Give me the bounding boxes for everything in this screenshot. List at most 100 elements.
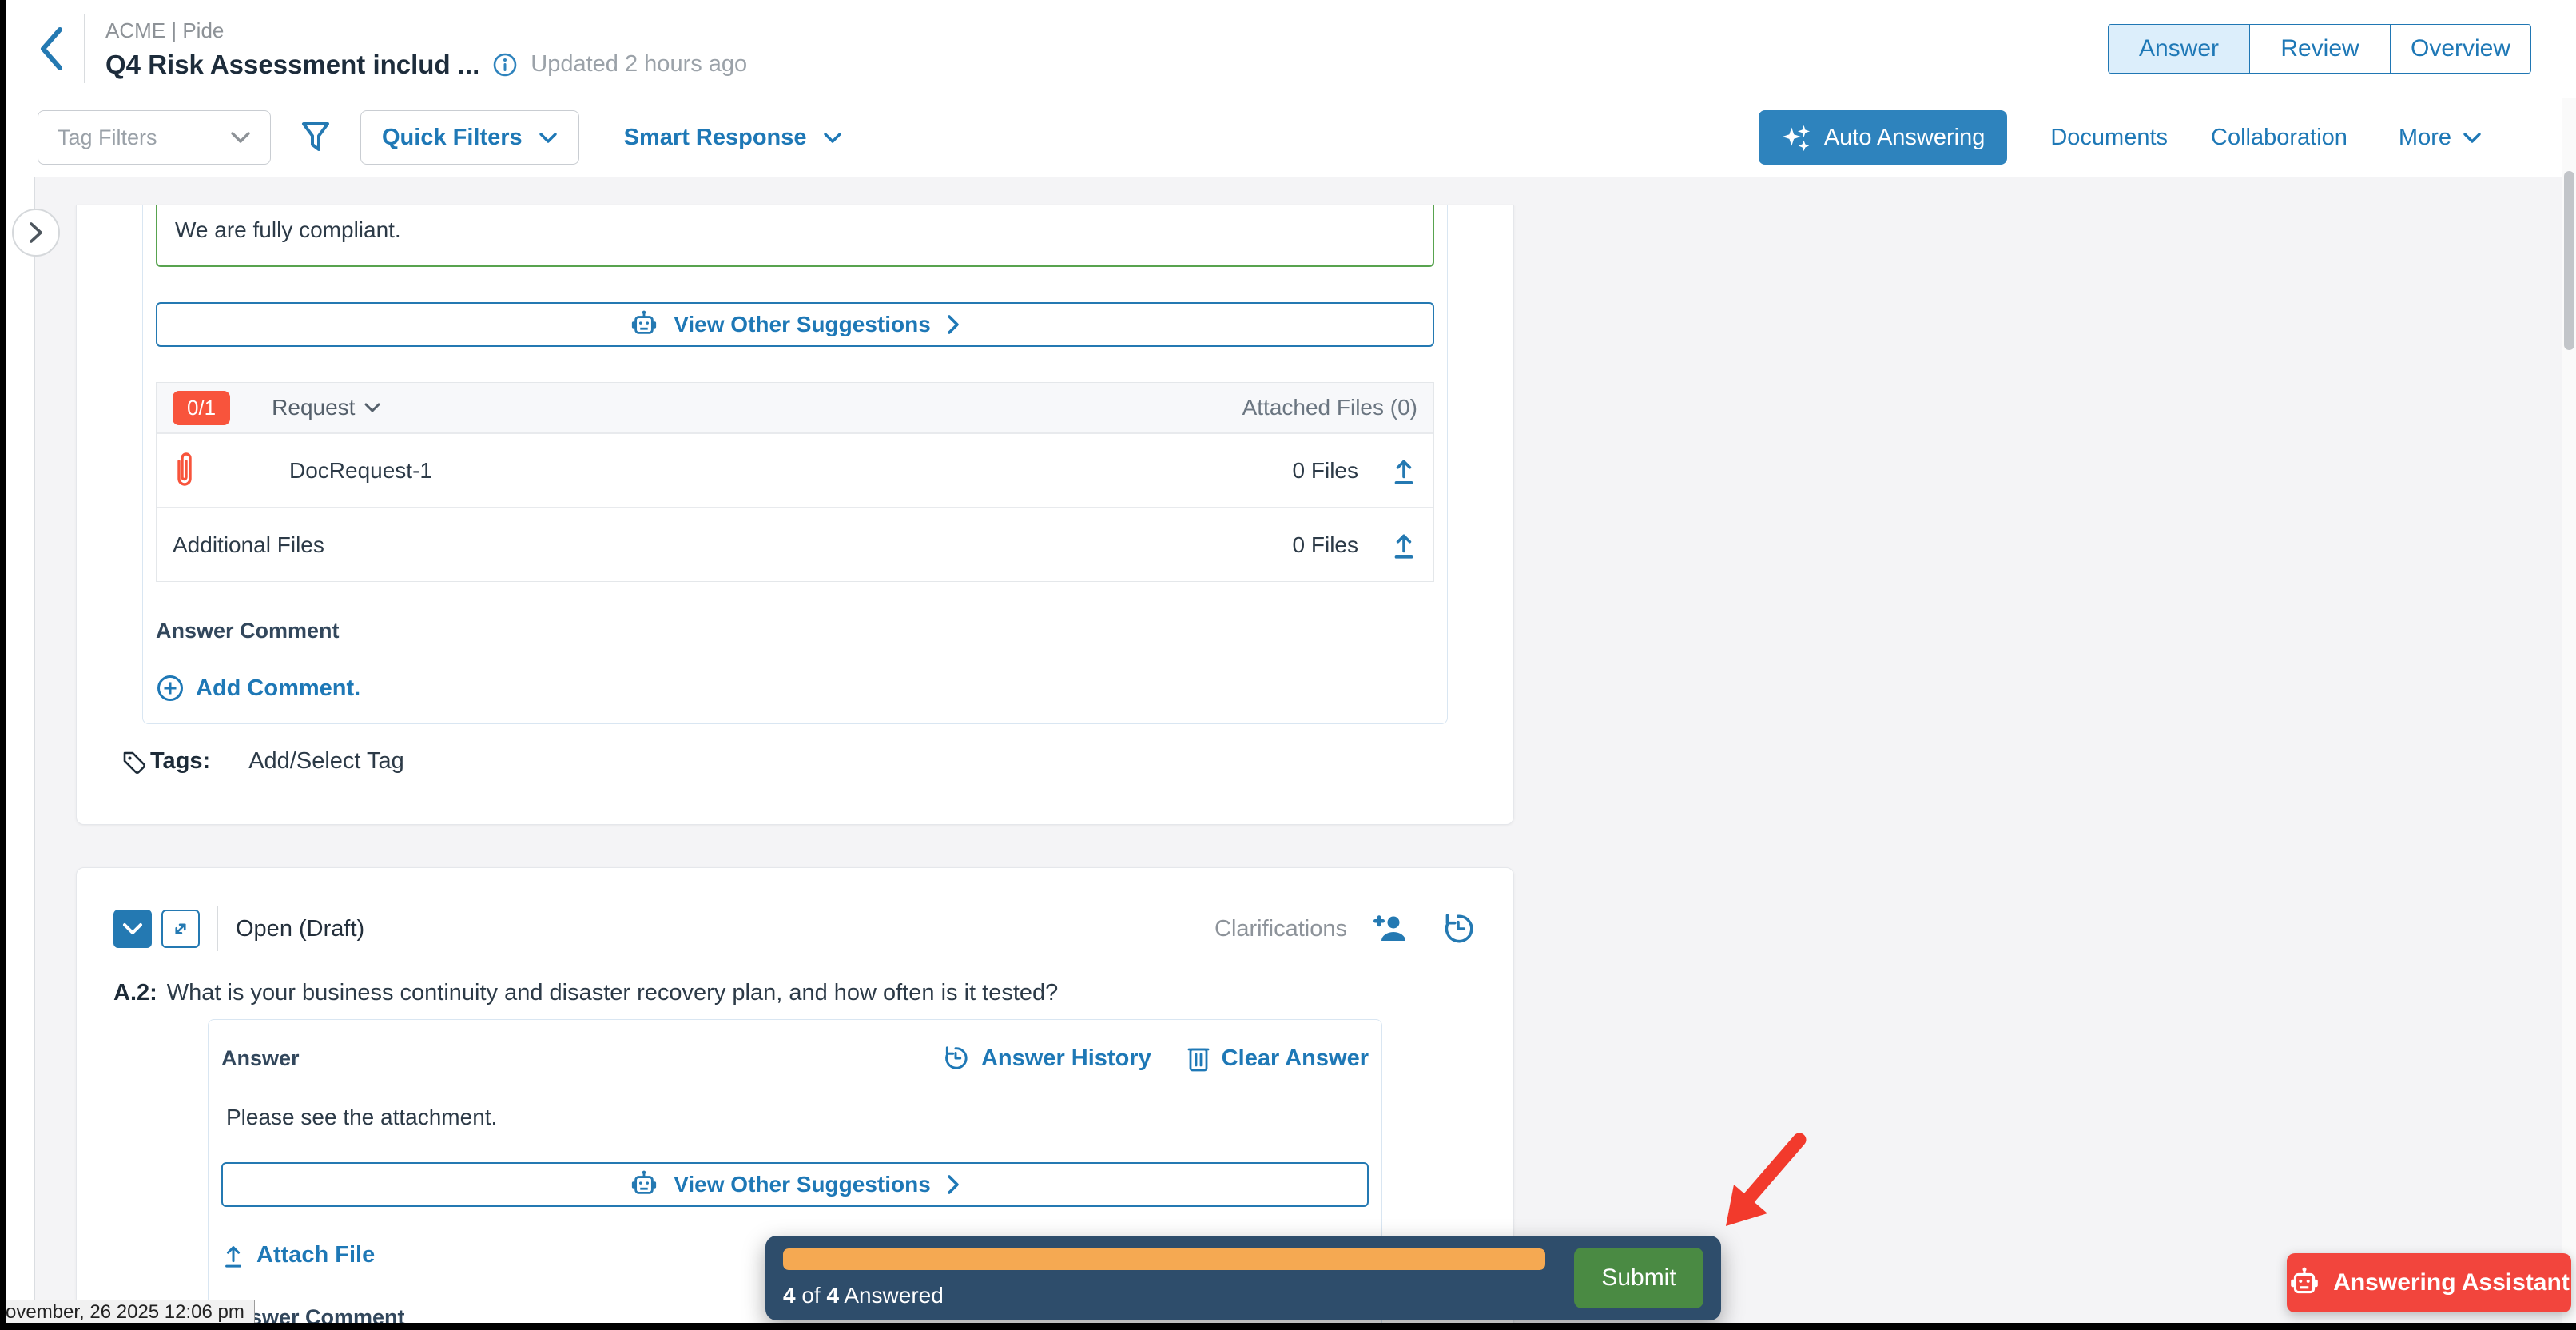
clear-answer-button[interactable]: Clear Answer [1187,1044,1369,1073]
upload-icon [221,1243,245,1268]
chevron-down-icon [823,132,842,144]
window-edge-bottom [0,1323,2576,1330]
chevron-down-icon [122,922,143,935]
submit-status-bar: 4 of 4 Answered Submit [765,1236,1721,1320]
answered-word: Answered [844,1283,944,1308]
chevron-right-icon [947,314,960,335]
request-name: DocRequest-1 [289,458,432,484]
add-person-button[interactable] [1371,912,1409,946]
filter-funnel-button[interactable] [300,120,332,155]
tags-label: Tags: [150,748,210,775]
add-comment-button[interactable]: Add Comment. [156,674,1434,703]
collaboration-link[interactable]: Collaboration [2211,125,2347,151]
upload-icon [1390,456,1417,485]
auto-answering-button[interactable]: Auto Answering [1759,110,2008,165]
robot-icon [630,309,658,340]
history-button[interactable] [1440,910,1477,947]
request-header-label: Request [272,395,355,420]
table-row-additional-files: Additional Files 0 Files [157,507,1433,581]
view-other-suggestions-label: View Other Suggestions [674,312,931,337]
status-divider [217,906,218,951]
tab-overview[interactable]: Overview [2390,25,2530,73]
timestamp-tooltip: ovember, 26 2025 12:06 pm [0,1300,255,1325]
header-titles: ACME | Pide Q4 Risk Assessment includ ..… [105,18,747,80]
view-tab-group: Answer Review Overview [2108,24,2531,74]
quick-filters-label: Quick Filters [382,125,523,151]
back-button[interactable] [33,21,70,77]
paperclip-icon [173,450,197,492]
progress-bar-fill [783,1248,1545,1270]
progress-bar-track [783,1248,1545,1270]
history-clock-icon [941,1044,970,1073]
person-add-icon [1371,912,1409,946]
view-other-suggestions-button-1[interactable]: View Other Suggestions [156,302,1434,347]
request-column-header[interactable]: Request [272,395,380,420]
attached-files-header: Attached Files (0) [1242,395,1417,420]
scrollbar-thumb[interactable] [2564,171,2574,350]
back-chevron-icon [38,26,65,72]
chevron-right-icon [28,221,44,245]
answer-text-2[interactable]: Please see the attachment. [221,1105,1369,1130]
request-table: 0/1 Request Attached Files (0) DocReques… [156,382,1434,582]
table-row-docrequest: DocRequest-1 0 Files [157,432,1433,507]
top-header: ACME | Pide Q4 Risk Assessment includ ..… [6,0,2576,98]
answered-count-text: 4 of 4 Answered [783,1283,1545,1308]
answering-assistant-button[interactable]: Answering Assistant [2287,1253,2571,1312]
chevron-down-icon [2463,132,2482,144]
expand-icon [169,918,192,940]
robot-icon [630,1169,658,1200]
upload-button[interactable] [1390,456,1417,485]
add-select-tag-button[interactable]: Add/Select Tag [248,748,404,775]
upload-button[interactable] [1390,531,1417,559]
info-icon[interactable] [492,52,518,78]
request-table-header: 0/1 Request Attached Files (0) [157,383,1433,432]
sidebar-expand-button[interactable] [12,209,60,257]
answer-history-label: Answer History [981,1045,1151,1072]
attach-file-label: Attach File [256,1242,375,1268]
quick-filters-button[interactable]: Quick Filters [360,110,579,165]
tab-review[interactable]: Review [2249,25,2390,73]
more-menu-button[interactable]: More [2399,125,2482,151]
smart-response-button[interactable]: Smart Response [624,125,842,151]
plus-circle-icon [156,674,185,703]
auto-answering-label: Auto Answering [1824,125,1986,151]
more-label: More [2399,125,2451,151]
view-other-suggestions-button-2[interactable]: View Other Suggestions [221,1162,1369,1207]
question-number: A.2: [113,980,157,1005]
updated-timestamp: Updated 2 hours ago [531,51,747,78]
request-count-badge: 0/1 [173,391,230,425]
app-window: ACME | Pide Q4 Risk Assessment includ ..… [0,0,2576,1330]
additional-file-count: 0 Files [1293,532,1358,558]
answer-history-button[interactable]: Answer History [941,1044,1151,1073]
tags-row: Tags: Add/Select Tag [121,748,1513,775]
chevron-right-icon [947,1174,960,1195]
history-clock-icon [1440,910,1477,947]
tab-answer[interactable]: Answer [2109,25,2249,73]
trash-icon [1187,1044,1210,1073]
question-card-1: We are fully compliant. View Other Sugge… [76,205,1514,825]
collapsed-sidebar [6,177,35,1323]
additional-files-label: Additional Files [173,532,324,558]
answer-comment-label-1: Answer Comment [156,619,1434,643]
documents-link[interactable]: Documents [2050,125,2168,151]
annotation-arrow [1702,1125,1822,1245]
header-divider [84,14,85,83]
chevron-down-icon [539,132,558,144]
question-status: Open (Draft) [236,916,364,942]
answer-textarea-1[interactable]: We are fully compliant. [156,205,1434,267]
expand-question-button[interactable] [161,910,200,948]
question-text-row: A.2: What is your business continuity and… [113,980,1477,1006]
window-edge-left [0,0,6,1330]
collapse-question-button[interactable] [113,910,152,948]
total-count: 4 [827,1283,840,1308]
page-title: Q4 Risk Assessment includ ... [105,50,479,80]
tag-filters-select[interactable]: Tag Filters [38,110,271,165]
sparkles-icon [1781,122,1811,153]
scrollbar-track[interactable] [2562,98,2576,1323]
smart-response-label: Smart Response [624,125,807,151]
request-file-count: 0 Files [1293,458,1358,484]
submit-button[interactable]: Submit [1574,1248,1703,1308]
of-word: of [801,1283,820,1308]
question-text: What is your business continuity and dis… [167,980,1058,1005]
tag-filters-label: Tag Filters [58,125,157,150]
